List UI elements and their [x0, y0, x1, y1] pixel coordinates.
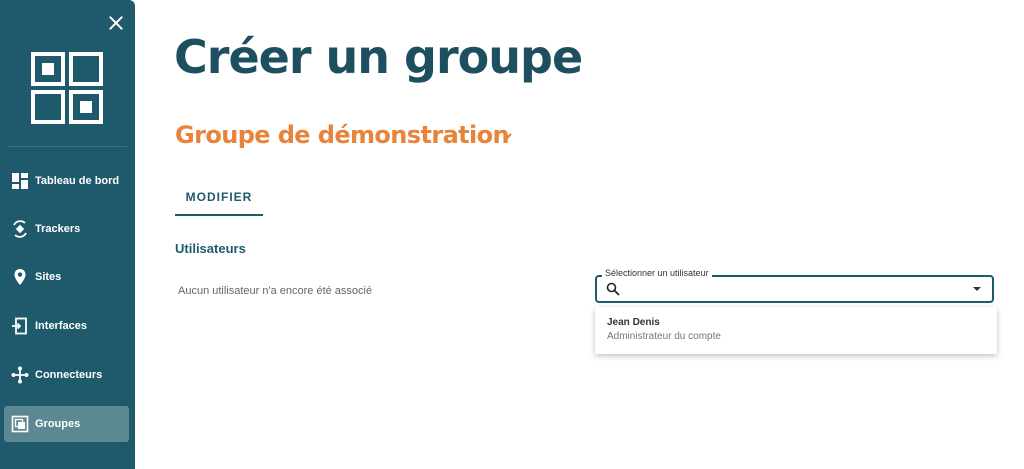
- sidebar-item-connecteurs[interactable]: Connecteurs: [4, 357, 129, 393]
- interface-icon: [12, 317, 27, 335]
- sidebar-item-interfaces[interactable]: Interfaces: [4, 308, 129, 344]
- location-pin-icon: [14, 269, 26, 285]
- sidebar-divider: [8, 146, 127, 147]
- user-select-label: Sélectionner un utilisateur: [602, 268, 712, 278]
- connector-icon: [11, 366, 29, 384]
- sidebar-item-trackers[interactable]: Trackers: [4, 211, 129, 247]
- page-title: Créer un groupe: [174, 30, 583, 84]
- group-name: Groupe de démonstration: [175, 121, 510, 149]
- user-option[interactable]: Jean Denis Administrateur du compte: [595, 307, 997, 354]
- users-section-title: Utilisateurs: [175, 241, 246, 256]
- sidebar-item-label: Connecteurs: [35, 369, 103, 381]
- sidebar-item-label: Trackers: [35, 223, 81, 235]
- sidebar-item-label: Tableau de bord: [35, 175, 120, 187]
- user-option-role: Administrateur du compte: [607, 331, 721, 342]
- group-icon: [11, 415, 29, 433]
- pencil-icon[interactable]: [502, 131, 514, 143]
- search-icon: [606, 282, 620, 296]
- sidebar-item-label: Groupes: [35, 418, 81, 430]
- dashboard-icon: [12, 173, 28, 189]
- tracker-icon: [13, 220, 27, 238]
- sidebar-item-tableau-de-bord[interactable]: Tableau de bord: [4, 163, 129, 199]
- no-users-message: Aucun utilisateur n'a encore été associé: [178, 285, 373, 297]
- sidebar-item-groupes[interactable]: Groupes: [4, 406, 129, 442]
- caret-down-icon[interactable]: [973, 287, 981, 291]
- sidebar-item-label: Interfaces: [35, 320, 87, 332]
- sidebar: Tableau de bord Trackers Sites Interface…: [0, 0, 135, 469]
- app-logo-icon: [31, 52, 103, 124]
- tab-modifier[interactable]: MODIFIER: [175, 180, 263, 216]
- close-sidebar-button[interactable]: [107, 14, 125, 32]
- user-select-input[interactable]: Sélectionner un utilisateur: [595, 268, 994, 303]
- sidebar-item-sites[interactable]: Sites: [4, 259, 129, 295]
- user-option-name: Jean Denis: [607, 317, 660, 328]
- sidebar-item-label: Sites: [35, 271, 62, 283]
- user-dropdown-menu: Jean Denis Administrateur du compte: [595, 307, 997, 354]
